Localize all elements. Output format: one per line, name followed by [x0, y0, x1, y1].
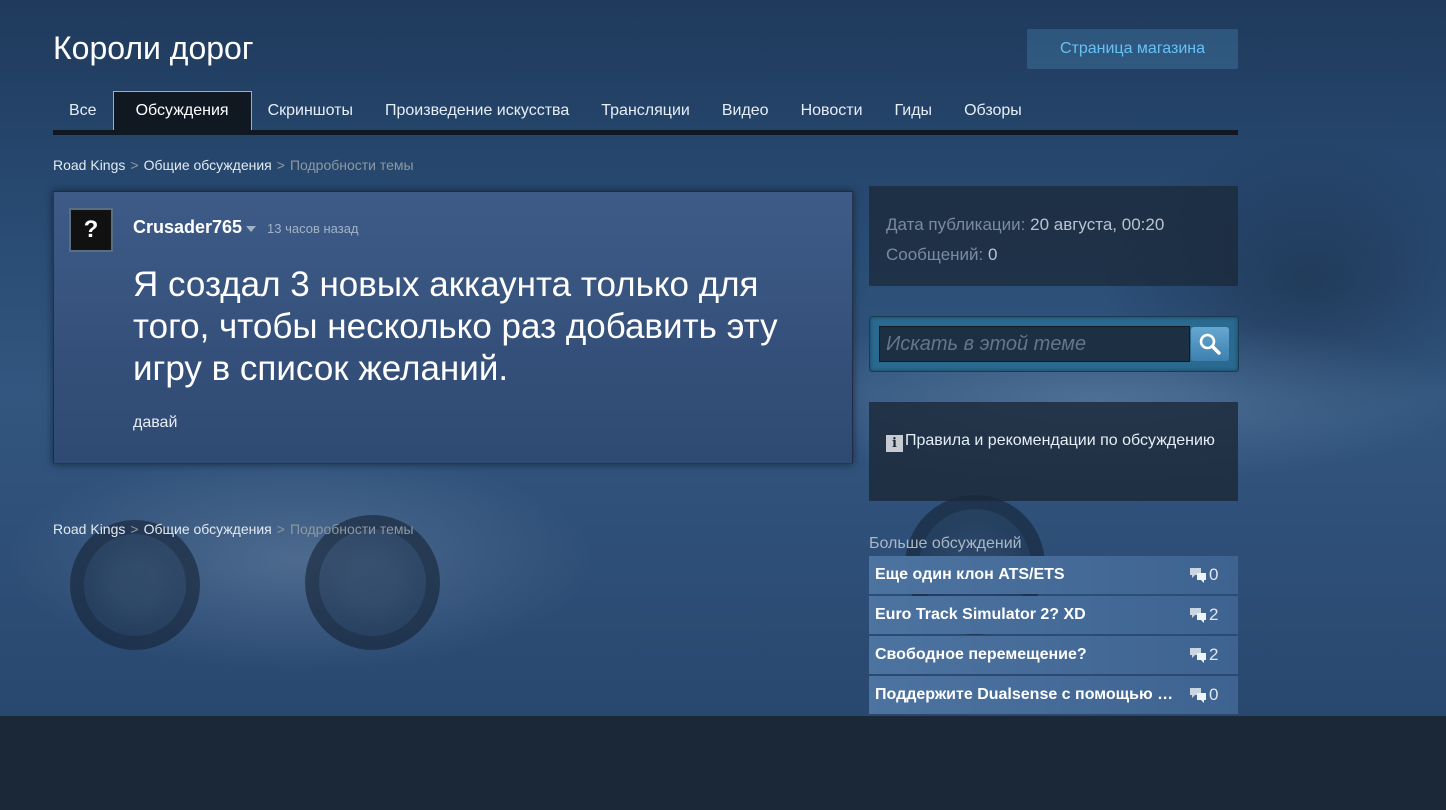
publish-date-row: Дата публикации: 20 августа, 00:20 [886, 210, 1221, 240]
page-footer-area [0, 716, 1446, 810]
more-discussion-item[interactable]: Свободное перемещение? 2 [869, 636, 1238, 674]
topic-info-panel: Дата публикации: 20 августа, 00:20 Сообщ… [869, 186, 1238, 286]
more-discussion-item[interactable]: Еще один клон ATS/ETS 0 [869, 556, 1238, 594]
tab-news[interactable]: Новости [785, 91, 879, 130]
breadcrumb-current: Подробности темы [289, 521, 414, 537]
topic-post: ? Crusader765 13 часов назад Я создал 3 … [53, 191, 853, 464]
reply-count: 2 [1188, 605, 1218, 625]
background-truck-wheel [70, 520, 200, 650]
tab-broadcasts[interactable]: Трансляции [585, 91, 706, 130]
breadcrumb: Road Kings > Общие обсуждения > Подробности … [53, 157, 414, 173]
tab-videos[interactable]: Видео [706, 91, 785, 130]
tab-reviews[interactable]: Обзоры [948, 91, 1038, 130]
topic-title: Я создал 3 новых аккаунта только для тог… [133, 265, 778, 388]
app-title: Короли дорог [53, 30, 254, 66]
breadcrumb-separator: > [130, 157, 139, 173]
publish-date-value: 20 августа, 00:20 [1030, 215, 1165, 234]
breadcrumb-bottom: Road Kings > Общие обсуждения > Подробности … [53, 521, 414, 537]
comments-icon [1190, 608, 1206, 623]
rules-panel: i Правила и рекомендации по обсуждению [869, 402, 1238, 501]
author-avatar[interactable]: ? [69, 208, 113, 252]
comments-icon [1190, 568, 1206, 583]
more-discussion-title: Поддержите Dualsense с помощью Steam Inp… [875, 686, 1181, 703]
tab-screenshots[interactable]: Скриншоты [252, 91, 369, 130]
tab-all[interactable]: Все [53, 91, 113, 130]
more-discussion-title: Euro Track Simulator 2? XD [875, 606, 1086, 623]
messages-count-label: Сообщений: [886, 245, 984, 264]
breadcrumb-game-link[interactable]: Road Kings [53, 157, 125, 173]
topic-search [869, 316, 1239, 372]
reply-count: 0 [1188, 565, 1218, 585]
rules-link[interactable]: i Правила и рекомендации по обсуждению [886, 432, 1215, 452]
messages-count-row: Сообщений: 0 [886, 240, 1221, 270]
tab-artwork[interactable]: Произведение искусства [369, 91, 585, 130]
comments-icon [1190, 648, 1206, 663]
breadcrumb-separator: > [276, 521, 285, 537]
more-discussions-title: Больше обсуждений [869, 535, 1022, 552]
reply-count-value: 0 [1209, 565, 1219, 584]
breadcrumb-game-link[interactable]: Road Kings [53, 521, 125, 537]
reply-count: 2 [1188, 645, 1218, 665]
tab-guides[interactable]: Гиды [879, 91, 949, 130]
breadcrumb-forum-link[interactable]: Общие обсуждения [144, 157, 272, 173]
store-page-button[interactable]: Страница магазина [1027, 29, 1238, 69]
more-discussion-title: Еще один клон ATS/ETS [875, 566, 1065, 583]
topic-search-input[interactable] [879, 326, 1190, 362]
tab-discussions[interactable]: Обсуждения [112, 91, 252, 130]
hub-tabs: Все Обсуждения Скриншоты Произведение ис… [53, 91, 1238, 135]
more-discussion-item[interactable]: Euro Track Simulator 2? XD 2 [869, 596, 1238, 634]
reply-count: 0 [1188, 685, 1218, 705]
breadcrumb-separator: > [130, 521, 139, 537]
breadcrumb-separator: > [276, 157, 285, 173]
reply-count-value: 2 [1209, 605, 1219, 624]
more-discussion-title: Свободное перемещение? [875, 646, 1087, 663]
reply-count-value: 2 [1209, 645, 1219, 664]
post-timestamp: 13 часов назад [267, 221, 359, 236]
author-name[interactable]: Crusader765 [133, 217, 242, 238]
search-icon [1199, 333, 1221, 355]
breadcrumb-current: Подробности темы [289, 157, 414, 173]
publish-date-label: Дата публикации: [886, 215, 1026, 234]
breadcrumb-forum-link[interactable]: Общие обсуждения [144, 521, 272, 537]
info-icon: i [886, 435, 903, 452]
search-button[interactable] [1191, 327, 1229, 361]
reply-count-value: 0 [1209, 685, 1219, 704]
more-discussions-list: Еще один клон ATS/ETS 0 Euro Track Simul… [869, 556, 1238, 716]
rules-link-label: Правила и рекомендации по обсуждению [905, 432, 1215, 449]
messages-count-value: 0 [988, 245, 998, 264]
author-menu-caret-icon[interactable] [246, 226, 256, 232]
more-discussion-item[interactable]: Поддержите Dualsense с помощью Steam Inp… [869, 676, 1238, 714]
post-body: давай [133, 414, 178, 431]
comments-icon [1190, 688, 1206, 703]
